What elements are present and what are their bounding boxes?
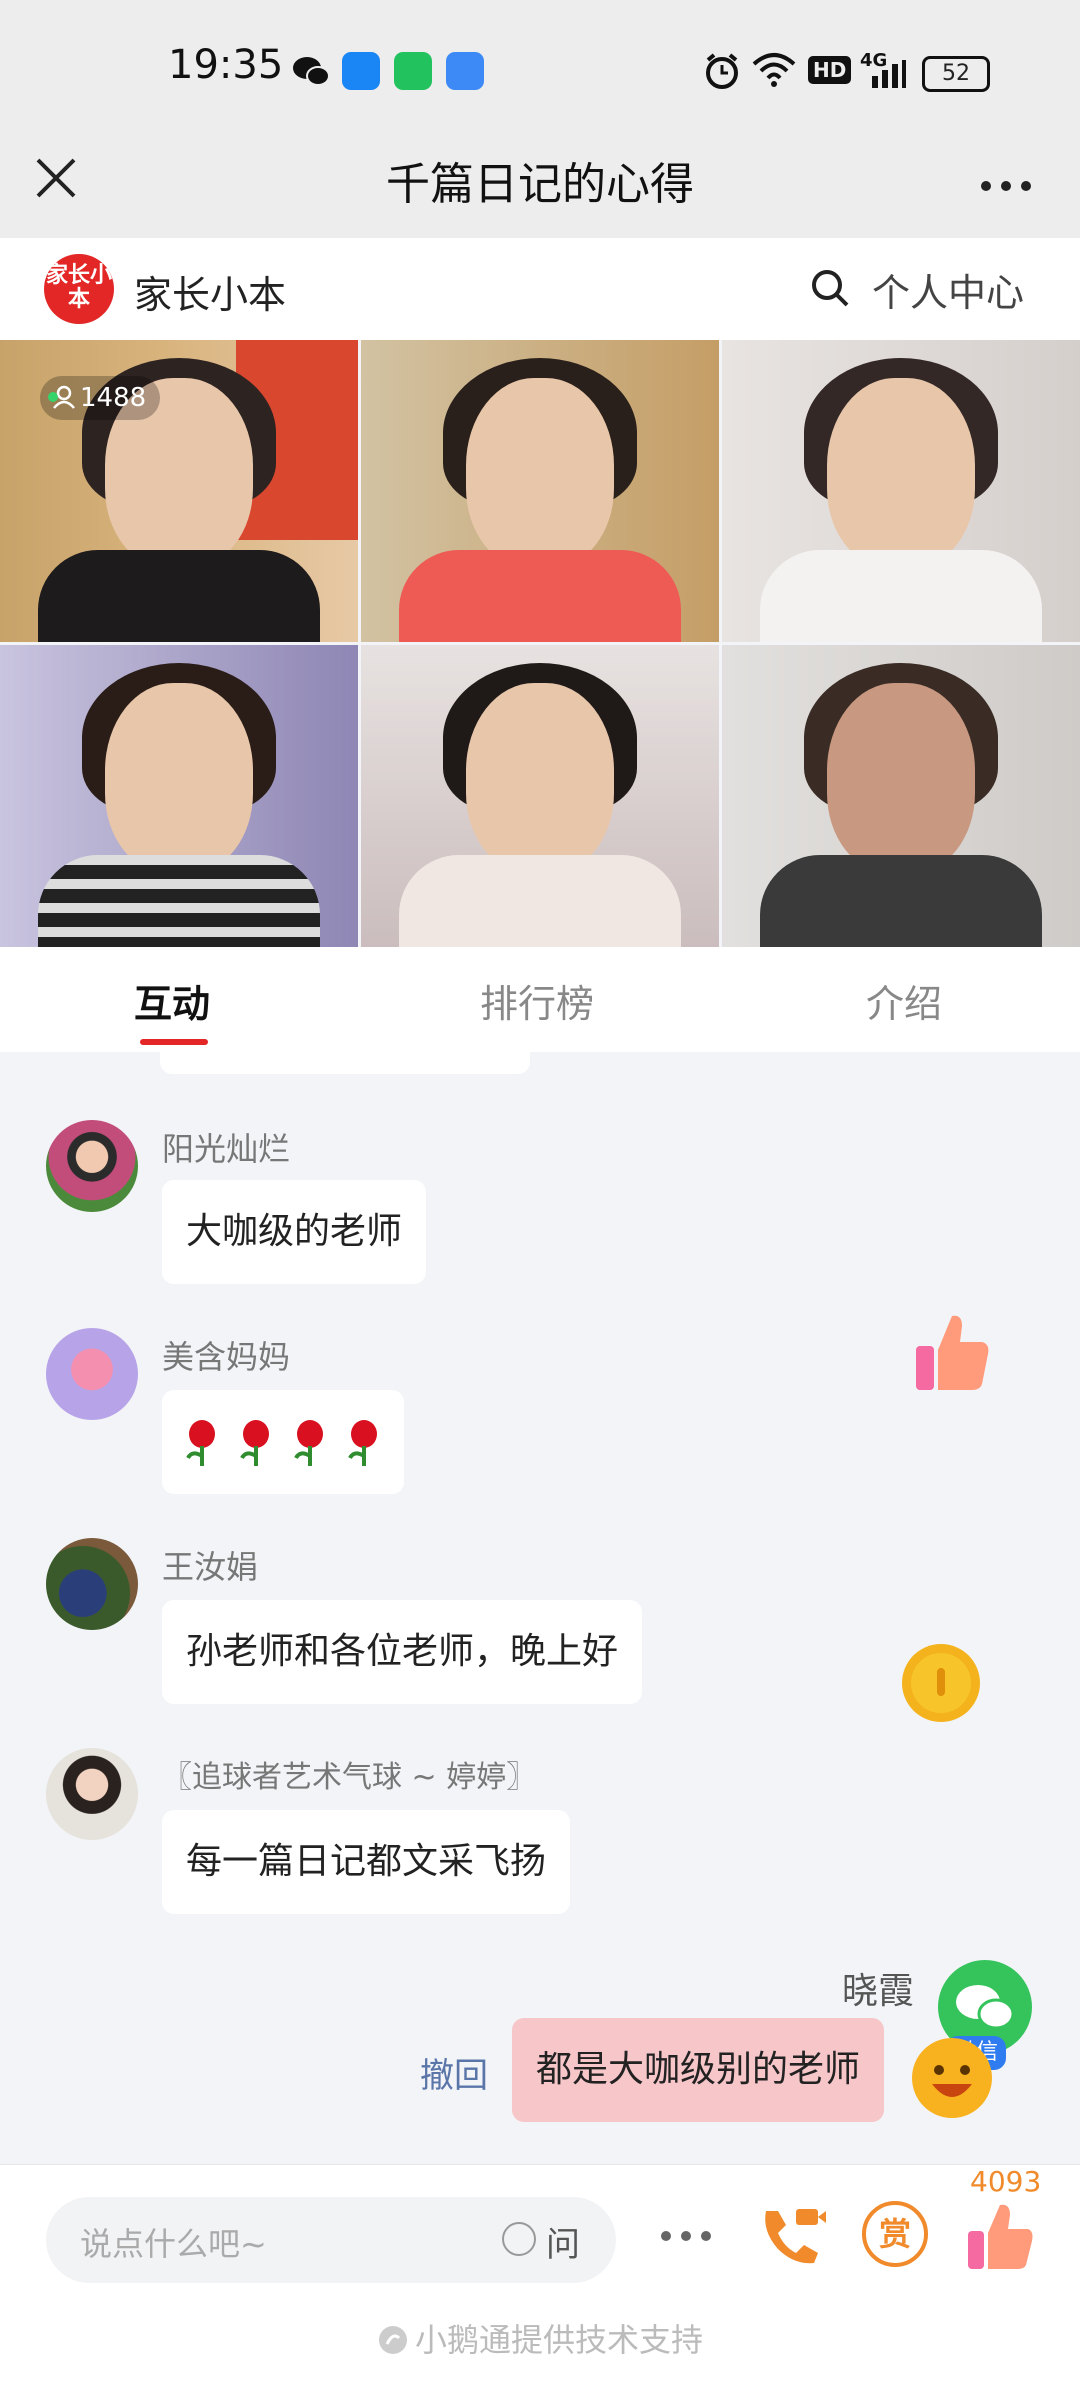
powered-by-label: 小鹅通提供技术支持 [414,2321,703,2359]
video-tile-6[interactable] [722,645,1080,947]
video-grid[interactable]: 1488 [0,340,1080,947]
participant-face [827,683,975,873]
signal-icon [872,60,906,88]
participant-face [105,683,253,873]
app-green-icon [394,52,432,90]
close-icon [36,158,76,198]
xiaoe-logo-icon [378,2326,407,2354]
sender-name: 〖追球者艺术气球 ~ 婷婷〗 [162,1760,537,1795]
viewer-count-badge: 1488 [40,376,161,420]
tab-ranking[interactable]: 排行榜 [480,973,594,1028]
video-tile-5[interactable] [361,645,719,947]
my-message-bubble: 都是大咖级别的老师 [512,2018,885,2122]
rose-icon [348,1420,377,1466]
sender-name: 美含妈妈 [162,1338,291,1376]
ask-question-radio[interactable] [502,2222,536,2256]
user-center-link[interactable]: 个人中心 [872,262,1024,317]
recall-button[interactable]: 撤回 [420,2048,488,2097]
message-bubble: 大咖级的老师 [162,1180,427,1284]
participant-face [827,378,975,568]
like-count: 4093 [970,2165,1042,2198]
avatar[interactable] [46,1748,138,1840]
message-bubble [162,1390,404,1494]
status-bar: 19:35 HD 4G 52 [0,0,1080,130]
more-options-button[interactable] [970,140,1042,212]
bottom-bar: 说点什么吧~ 问 赏 4093 小鹅通提供技术支持 [0,2164,1080,2401]
rose-icon [294,1420,323,1466]
battery-indicator: 52 [922,56,990,92]
rose-icon [240,1420,269,1466]
brand-name[interactable]: 家长小本 [134,264,286,319]
more-dots-icon [981,181,1031,191]
chat-input[interactable]: 说点什么吧~ 问 [46,2197,616,2283]
participant-face [466,683,614,873]
video-tile-2[interactable] [361,340,719,642]
my-name: 晓霞 [842,1971,915,2012]
close-button[interactable] [20,142,92,214]
participant-face [466,378,614,568]
wifi-icon [752,53,796,87]
page-title: 千篇日记的心得 [386,159,694,210]
sender-name: 阳光灿烂 [162,1130,291,1168]
video-tile-3[interactable] [722,340,1080,642]
tab-intro[interactable]: 介绍 [866,973,942,1028]
message-bubble: 孙老师和各位老师，晚上好 [162,1600,643,1704]
avatar[interactable] [46,1538,138,1630]
brand-logo: 家长小本 [44,254,114,324]
avatar[interactable] [46,1328,138,1420]
ask-question-label[interactable]: 问 [546,2217,580,2266]
active-tab-indicator [140,1039,208,1045]
title-bar: 千篇日记的心得 [0,130,1080,238]
more-actions-button[interactable] [660,2227,712,2246]
live-indicator [48,392,58,402]
brand-bar: 家长小本 家长小本 个人中心 [0,238,1080,340]
video-call-icon[interactable] [756,2201,826,2271]
thumbs-up-float-icon [916,1315,989,1390]
more-dots-icon [661,2231,711,2241]
smile-emoji-float-icon [912,2038,992,2118]
hd-badge: HD [808,56,852,84]
alarm-icon [706,53,738,89]
tab-bar: 互动 排行榜 介绍 [0,947,1080,1052]
message-bubble: 每一篇日记都文采飞扬 [162,1810,571,1914]
reward-button[interactable]: 赏 [862,2201,928,2267]
search-icon[interactable] [810,268,850,308]
previous-message-bubble [160,1052,530,1074]
rose-icon [186,1420,215,1466]
viewer-count: 1488 [80,383,147,413]
coin-float-icon [902,1644,980,1722]
wechat-icon [293,57,330,86]
sender-name: 王汝娟 [162,1548,259,1586]
app-cloud-icon [446,52,484,90]
avatar[interactable] [46,1120,138,1212]
thumbs-up-icon[interactable] [966,2201,1036,2271]
status-time: 19:35 [168,42,284,88]
powered-by-text: 小鹅通提供技术支持 [0,2315,1080,2361]
tab-interaction[interactable]: 互动 [134,973,210,1028]
app-blue-icon [342,52,380,90]
video-tile-4[interactable] [0,645,358,947]
chat-input-placeholder: 说点什么吧~ [80,2225,267,2263]
